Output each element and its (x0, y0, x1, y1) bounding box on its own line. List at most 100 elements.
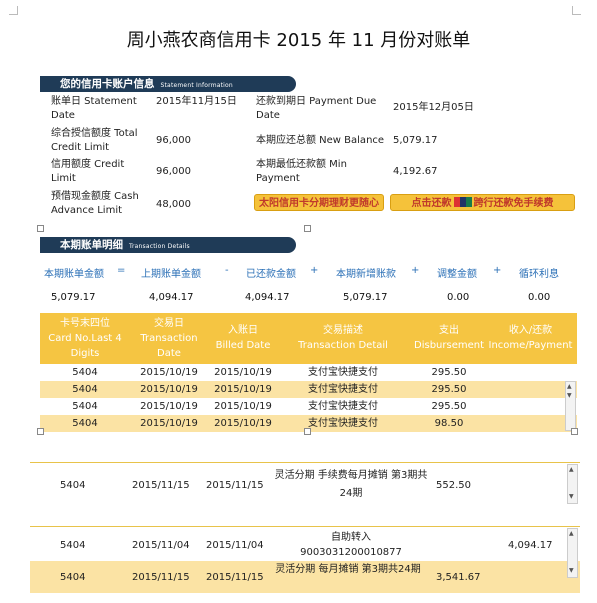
account-info-header: 您的信用卡账户信息 Statement Information (40, 76, 296, 92)
page-corner-mark (9, 6, 18, 15)
min-payment-label: 本期最低还款额 Min Payment (256, 159, 347, 184)
selection-handle[interactable] (304, 428, 311, 435)
cell-billed-date: 2015/10/19 (214, 384, 272, 395)
col-zh: 收入/还款 (508, 325, 553, 336)
col-zh: 支出 (439, 325, 459, 336)
cell-detail: 支付宝快捷支付 (308, 401, 378, 412)
statement-date-value: 2015年11月15日 (156, 96, 237, 107)
scroll-up-icon[interactable]: ▲ (567, 383, 572, 390)
account-header-zh: 您的信用卡账户信息 (60, 78, 155, 90)
column-header-card: 卡号末四位 Card No.Last 4 Digits (40, 316, 130, 361)
col-en: Card No.Last 4 Digits (48, 333, 122, 359)
col-zh: 交易描述 (323, 325, 363, 336)
cell-disbursement: 3,541.67 (436, 572, 481, 583)
cell-billed-date: 2015/10/19 (214, 418, 272, 429)
col-en: Disbursement (414, 340, 484, 351)
payment-due-value: 2015年12月05日 (393, 102, 474, 113)
cell-transaction-date: 2015/10/19 (140, 418, 198, 429)
column-header-detail: 交易描述 Transaction Detail (283, 323, 403, 353)
summary-label: 调整金额 (437, 269, 477, 280)
col-zh: 卡号末四位 (60, 318, 110, 329)
cell-detail: 支付宝快捷支付 (308, 384, 378, 395)
unionpay-icon (453, 197, 472, 207)
lower-scrollbar[interactable]: ▲ ▼ (567, 528, 578, 578)
cell-detail: 支付宝快捷支付 (308, 418, 378, 429)
summary-value: 0.00 (528, 292, 551, 303)
cell-transaction-date: 2015/10/19 (140, 367, 198, 378)
credit-limit-value: 96,000 (156, 135, 191, 146)
column-header-disbursement: 支出 Disbursement (409, 323, 489, 353)
scroll-up-icon[interactable]: ▲ (569, 466, 574, 473)
cell-detail: 灵活分期 手续费每月摊销 第3期共24期 (274, 470, 428, 499)
lower-scrollbar[interactable]: ▲ ▼ (567, 464, 578, 504)
cell-card: 5404 (72, 367, 98, 378)
cell-card: 5404 (72, 384, 98, 395)
cell-disbursement: 295.50 (431, 367, 467, 378)
cell-card: 5404 (72, 418, 98, 429)
lower-row: 5404 2015/11/15 2015/11/15 灵活分期 每月摊销 第3期… (30, 561, 580, 593)
cash-advance-label: 预借现金额度 Cash Advance Limit (51, 191, 139, 216)
summary-operator: + (310, 265, 319, 276)
cross-bank-label: 跨行还款免手续费 (473, 198, 554, 209)
statement-date-label: 账单日 Statement Date (51, 96, 137, 121)
table-row: 5404 2015/10/19 2015/10/19 支付宝快捷支付 295.5… (40, 398, 577, 415)
credit-value: 96,000 (156, 166, 191, 177)
summary-operator: - (225, 265, 229, 276)
details-header: 本期账单明细 Transaction Details (40, 237, 296, 253)
repay-label: 点击还款 (411, 198, 452, 209)
cell-card: 5404 (72, 401, 98, 412)
cell-billed-date: 2015/11/15 (206, 572, 264, 583)
selection-handle[interactable] (571, 428, 578, 435)
scroll-down-icon[interactable]: ▼ (569, 567, 574, 574)
table-scrollbar[interactable]: ▲ ▼ (565, 381, 576, 431)
summary-label: 已还款金额 (246, 269, 296, 280)
scroll-down-icon[interactable]: ▼ (569, 493, 574, 500)
lower-row: 5404 2015/11/04 2015/11/04 自助转入 90030312… (30, 527, 580, 561)
scroll-up-icon[interactable]: ▲ (569, 530, 574, 537)
cell-transaction-date: 2015/10/19 (140, 384, 198, 395)
new-balance-label: 本期应还总额 New Balance (256, 135, 385, 146)
summary-operator: + (411, 265, 420, 276)
cell-transaction-date: 2015/11/04 (132, 540, 190, 551)
cell-card: 5404 (60, 540, 86, 551)
summary-operator: + (493, 265, 502, 276)
lower-row: 5404 2015/11/15 2015/11/15 灵活分期 手续费每月摊销 … (30, 463, 580, 508)
selection-handle[interactable] (37, 225, 44, 232)
col-en: Billed Date (215, 340, 271, 351)
summary-label: 循环利息 (519, 269, 559, 280)
cell-detail: 支付宝快捷支付 (308, 367, 378, 378)
table-row: 5404 2015/10/19 2015/10/19 支付宝快捷支付 295.5… (40, 381, 577, 398)
column-header-income: 收入/还款 Income/Payment (484, 323, 577, 353)
repay-button[interactable]: 点击还款 跨行还款免手续费 (390, 194, 575, 211)
page-corner-mark (572, 6, 581, 15)
min-payment-value: 4,192.67 (393, 166, 438, 177)
cell-billed-date: 2015/10/19 (214, 401, 272, 412)
cell-card: 5404 (60, 572, 86, 583)
cell-transaction-date: 2015/11/15 (132, 480, 190, 491)
credit-limit-label: 综合授信额度 Total Credit Limit (51, 128, 138, 153)
cash-advance-value: 48,000 (156, 199, 191, 210)
table-row: 5404 2015/10/19 2015/10/19 支付宝快捷支付 295.5… (40, 364, 577, 381)
page-title: 周小燕农商信用卡 2015 年 11 月份对账单 (126, 30, 471, 51)
cell-billed-date: 2015/11/15 (206, 480, 264, 491)
column-header-billed-date: 入账日 Billed Date (211, 323, 275, 353)
summary-value: 0.00 (447, 292, 470, 303)
selection-handle[interactable] (37, 428, 44, 435)
summary-value: 5,079.17 (51, 292, 96, 303)
cell-transaction-date: 2015/10/19 (140, 401, 198, 412)
installment-promo-button[interactable]: 太阳信用卡分期理财更随心 (254, 194, 384, 211)
account-header-en: Statement Information (160, 82, 233, 89)
col-en: Transaction Detail (298, 340, 388, 351)
summary-label: 本期新增账款 (336, 269, 396, 280)
new-balance-value: 5,079.17 (393, 135, 438, 146)
summary-value: 4,094.17 (149, 292, 194, 303)
selection-handle[interactable] (304, 225, 311, 232)
cell-disbursement: 98.50 (434, 418, 464, 429)
col-en: Transaction Date (140, 333, 198, 359)
summary-value: 5,079.17 (343, 292, 388, 303)
scroll-down-icon[interactable]: ▼ (567, 392, 572, 399)
credit-label: 信用额度 Credit Limit (51, 159, 125, 184)
cell-disbursement: 295.50 (431, 401, 467, 412)
summary-label: 本期账单金额 (44, 269, 104, 280)
col-zh: 入账日 (228, 325, 258, 336)
